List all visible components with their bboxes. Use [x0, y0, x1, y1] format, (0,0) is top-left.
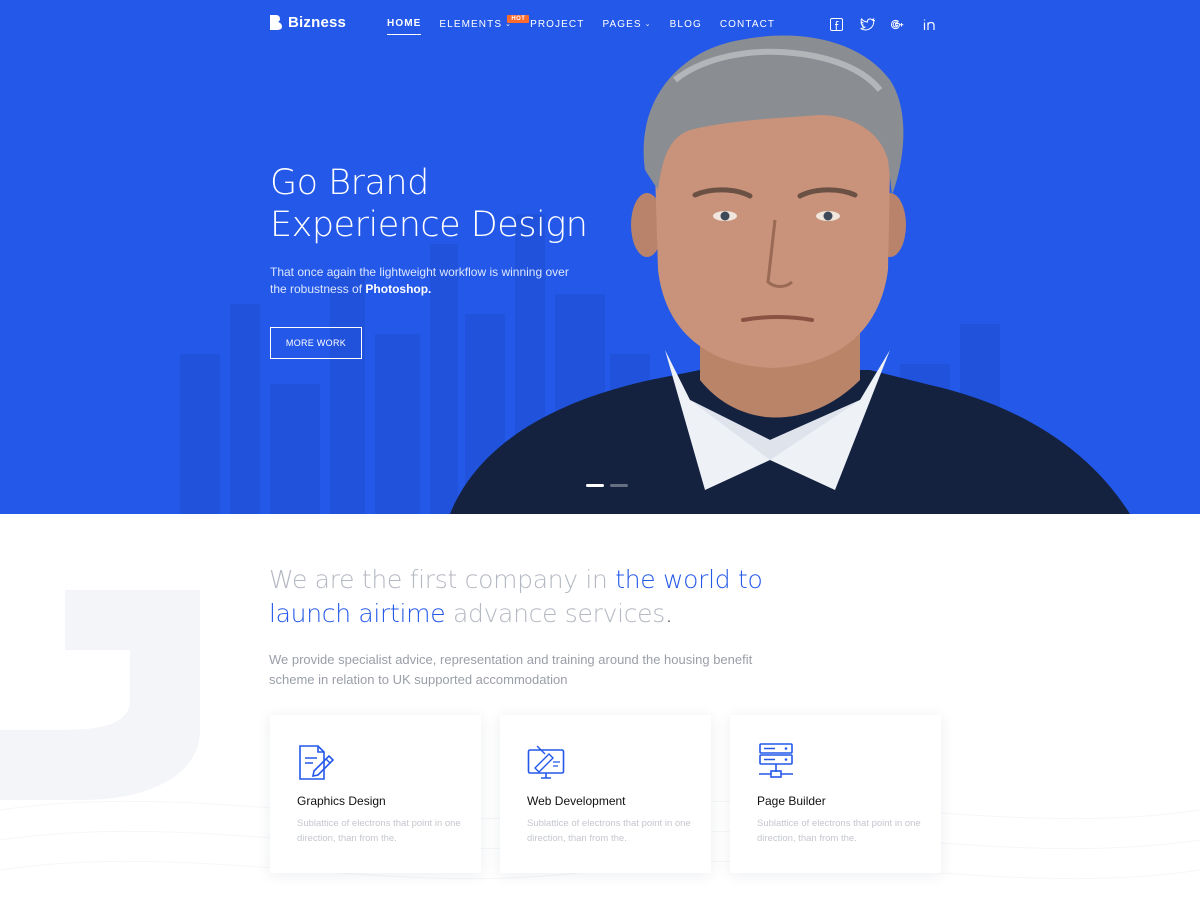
service-text: Sublattice of electrons that point in on… — [757, 818, 921, 844]
intro-headline: We are the first company in the world to… — [269, 563, 789, 631]
intro-description: We provide specialist advice, representa… — [269, 652, 753, 687]
slider-dot-1[interactable] — [586, 484, 604, 487]
headline-period: . — [664, 599, 673, 628]
brand-name: Bizness — [288, 14, 347, 31]
slider-dots — [586, 484, 628, 487]
server-network-icon — [759, 743, 793, 778]
service-text: Sublattice of electrons that point in on… — [297, 818, 461, 844]
brand-logo[interactable]: Bizness — [269, 14, 346, 31]
service-text: Sublattice of electrons that point in on… — [527, 818, 691, 844]
document-pen-icon — [299, 745, 335, 780]
nav-home-label: HOME — [387, 18, 422, 29]
more-work-button[interactable]: MORE WORK — [270, 327, 362, 359]
services-cards: Graphics Design Sublattice of electrons … — [270, 715, 941, 873]
hero-subtitle-bold: Photoshop. — [365, 282, 432, 296]
service-title: Page Builder — [757, 794, 826, 808]
service-card-web-development[interactable]: Web Development Sublattice of electrons … — [500, 715, 711, 873]
headline-text-2: advance services — [445, 599, 665, 628]
monitor-design-icon — [527, 745, 565, 779]
man-portrait-image — [450, 35, 1130, 514]
nav-home[interactable]: HOME — [387, 18, 422, 35]
slider-dot-2[interactable] — [610, 484, 628, 487]
service-title: Web Development — [527, 794, 626, 808]
hero-section: Bizness HOME ELEMENTS ⌄ HOT PROJECT PAGE… — [0, 0, 1200, 514]
service-title: Graphics Design — [297, 794, 386, 808]
service-card-page-builder[interactable]: Page Builder Sublattice of electrons tha… — [730, 715, 941, 873]
service-card-graphics-design[interactable]: Graphics Design Sublattice of electrons … — [270, 715, 481, 873]
quote-mark-decoration — [0, 590, 200, 800]
logo-mark-icon — [270, 15, 282, 30]
headline-text: We are the first company in — [269, 565, 616, 594]
